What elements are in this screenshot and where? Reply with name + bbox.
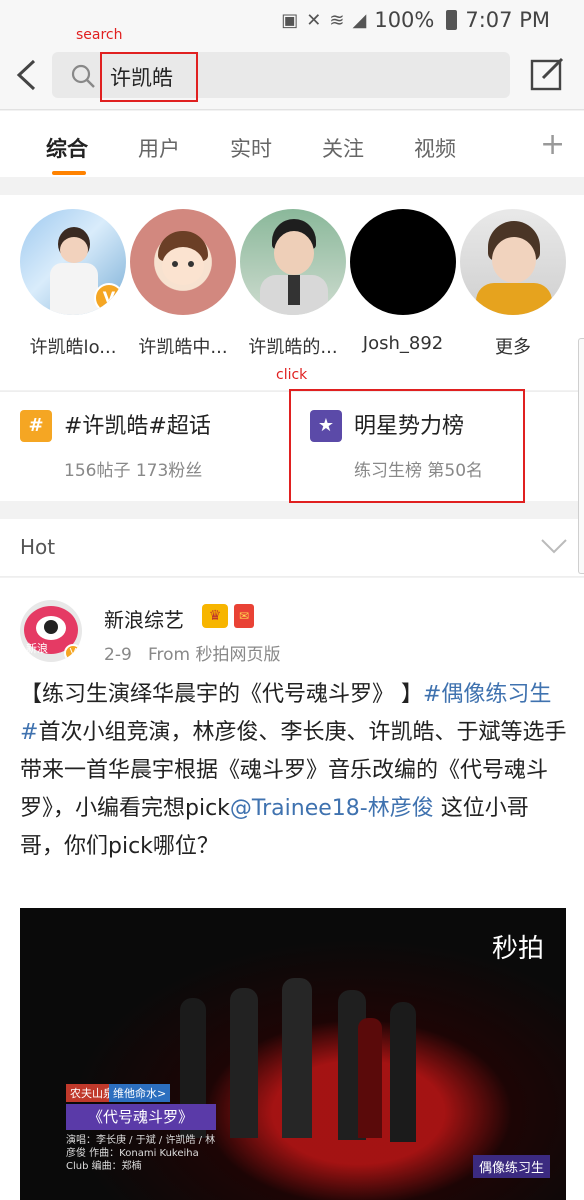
tab-realtime[interactable]: 实时: [230, 133, 272, 163]
scroll-indicator[interactable]: [578, 338, 584, 574]
avatar[interactable]: [130, 209, 236, 315]
click-annotation-box: [289, 389, 525, 503]
hot-title: Hot: [20, 535, 56, 559]
post-meta: 2-9 From 秒拍网页版: [104, 640, 281, 665]
wifi-icon: ≋: [329, 9, 345, 31]
search-annotation-box: [100, 52, 198, 102]
user-item[interactable]: V 许凯皓lo...: [18, 209, 128, 359]
super-topic-icon: #: [20, 410, 52, 442]
post-body: 【练习生演绎华晨宇的《代号魂斗罗》 】#偶像练习生#首次小组竞演，林彦俊、李长庚…: [20, 676, 568, 866]
stage-performers: [170, 978, 470, 1158]
chevron-down-icon[interactable]: [540, 537, 568, 555]
tab-bar: 综合 用户 实时 关注 视频 +: [0, 111, 584, 177]
back-arrow-icon[interactable]: [14, 58, 38, 92]
avatar[interactable]: [240, 209, 346, 315]
battery-icon: [446, 10, 458, 30]
post-text: 【练习生演绎华晨宇的《代号魂斗罗》 】: [20, 682, 423, 707]
post-author[interactable]: 新浪综艺: [104, 604, 184, 633]
battery-percent: 100%: [374, 8, 435, 32]
search-header: 许凯皓: [0, 40, 584, 110]
avatar-text: 新浪: [26, 642, 48, 655]
post-source: From 秒拍网页版: [148, 645, 281, 665]
super-topic-title: #许凯皓#超话: [64, 414, 211, 439]
avatar[interactable]: [460, 209, 566, 315]
clock: 7:07 PM: [465, 8, 550, 32]
active-tab-indicator: [52, 171, 86, 175]
post-card: 新浪 V 新浪综艺 ♛ ✉ 2-9 From 秒拍网页版 【练习生演绎华晨宇的《…: [0, 578, 584, 1200]
user-label: 许凯皓中...: [138, 337, 228, 358]
compose-icon[interactable]: [529, 56, 565, 92]
author-avatar[interactable]: 新浪 V: [20, 600, 82, 662]
avatar[interactable]: V: [20, 209, 126, 315]
tab-all[interactable]: 综合: [46, 133, 88, 163]
notification-icon: ▣: [281, 9, 299, 31]
user-label: Josh_892: [362, 333, 444, 354]
super-topic-stats: 156帖子 173粉丝: [64, 461, 203, 481]
mention-link[interactable]: @Trainee18-林彦俊: [230, 796, 434, 821]
verified-badge-icon: V: [94, 283, 124, 313]
crown-icon: ♛: [202, 604, 228, 628]
video-player[interactable]: 秒拍 农夫山泉 维他命水> 《代号魂斗罗》 演唱：李长庚 / 于斌 / 许凯皓 …: [20, 908, 566, 1200]
video-credits: 演唱：李长庚 / 于斌 / 许凯皓 / 林彦俊 作曲：Konami Kukeih…: [66, 1135, 216, 1172]
miaopai-logo: 秒拍: [491, 934, 544, 964]
add-tab-icon[interactable]: +: [540, 127, 565, 162]
mute-icon: ✕: [306, 9, 322, 31]
post-date: 2-9: [104, 645, 132, 665]
user-results: V 许凯皓lo... 许凯皓中... 许凯皓的... Josh_892 更多: [0, 195, 584, 390]
status-icons: ▣ ✕ ≋ ◢: [281, 10, 366, 31]
user-label: 许凯皓的...: [248, 337, 338, 358]
sponsor-tag: 维他命水>: [109, 1084, 171, 1102]
user-label: 许凯皓lo...: [29, 337, 117, 358]
user-item[interactable]: 许凯皓中...: [128, 209, 238, 359]
user-item[interactable]: Josh_892: [348, 209, 458, 354]
hot-section-header[interactable]: Hot: [0, 519, 584, 577]
click-annotation-label: click: [276, 367, 308, 383]
avatar[interactable]: [350, 209, 456, 315]
search-annotation-label: search: [76, 27, 123, 43]
signal-icon: ◢: [352, 9, 367, 31]
red-packet-icon: ✉: [234, 604, 254, 628]
user-item[interactable]: 更多: [458, 209, 568, 359]
verified-badge-icon: V: [64, 644, 82, 662]
tab-video[interactable]: 视频: [414, 133, 456, 163]
user-item[interactable]: 许凯皓的...: [238, 209, 348, 359]
more-users-link[interactable]: 更多: [458, 333, 568, 359]
search-icon: [71, 64, 95, 88]
tab-following[interactable]: 关注: [322, 133, 364, 163]
tab-users[interactable]: 用户: [138, 133, 180, 163]
video-caption: 《代号魂斗罗》: [66, 1104, 216, 1130]
show-brand-logo: 偶像练习生: [472, 1155, 550, 1178]
